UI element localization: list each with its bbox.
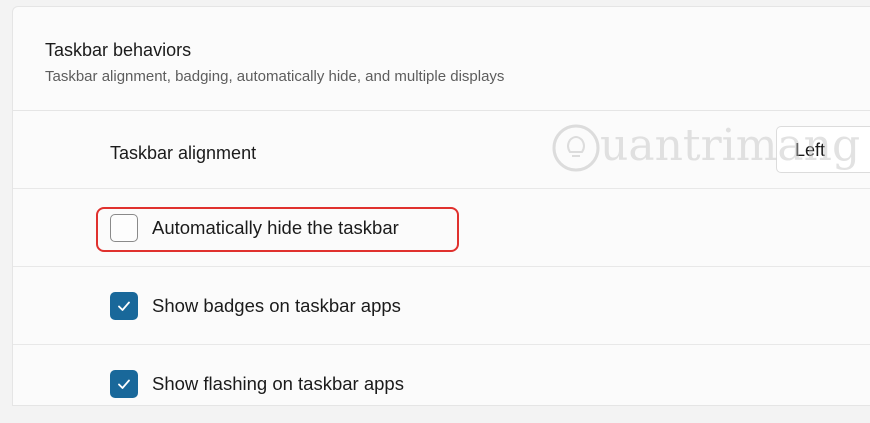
auto-hide-option[interactable]: Automatically hide the taskbar [110, 211, 399, 245]
auto-hide-row: Automatically hide the taskbar [13, 189, 870, 267]
section-subtitle: Taskbar alignment, badging, automaticall… [45, 68, 505, 85]
show-badges-checkbox[interactable] [110, 292, 138, 320]
taskbar-alignment-label: Taskbar alignment [110, 143, 257, 163]
section-title: Taskbar behaviors [45, 40, 192, 60]
show-badges-option[interactable]: Show badges on taskbar apps [110, 289, 401, 323]
show-badges-label: Show badges on taskbar apps [152, 295, 401, 316]
show-badges-row: Show badges on taskbar apps [13, 267, 870, 345]
taskbar-behaviors-panel: Taskbar behaviors Taskbar alignment, bad… [12, 6, 870, 406]
taskbar-alignment-row: Taskbar alignment Left [13, 111, 870, 189]
taskbar-alignment-dropdown[interactable]: Left [776, 126, 870, 173]
show-flashing-option[interactable]: Show flashing on taskbar apps [110, 367, 404, 401]
settings-window: Taskbar behaviors Taskbar alignment, bad… [0, 0, 870, 406]
taskbar-alignment-value: Left [795, 140, 826, 160]
show-flashing-checkbox[interactable] [110, 370, 138, 398]
checkmark-icon [118, 301, 130, 311]
auto-hide-checkbox[interactable] [110, 214, 138, 242]
taskbar-behaviors-header[interactable]: Taskbar behaviors Taskbar alignment, bad… [13, 7, 870, 111]
checkmark-icon [118, 379, 130, 389]
auto-hide-label: Automatically hide the taskbar [152, 217, 399, 238]
show-flashing-label: Show flashing on taskbar apps [152, 373, 404, 394]
show-flashing-row: Show flashing on taskbar apps [13, 345, 870, 423]
